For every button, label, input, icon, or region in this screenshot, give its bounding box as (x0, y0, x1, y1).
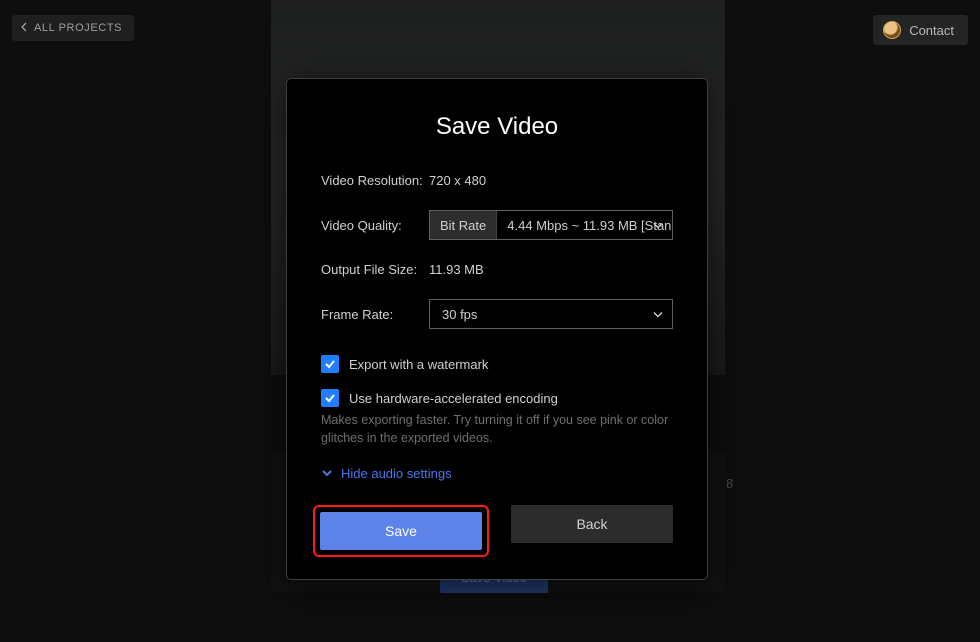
chevron-down-icon (321, 468, 333, 478)
hide-audio-settings-toggle[interactable]: Hide audio settings (321, 466, 452, 481)
resolution-label: Video Resolution: (321, 173, 429, 188)
hw-accel-row: Use hardware-accelerated encoding (321, 389, 673, 407)
save-button-highlight: Save (313, 505, 489, 557)
all-projects-label: ALL PROJECTS (34, 22, 122, 34)
chevron-down-icon (652, 218, 664, 233)
back-button[interactable]: Back (511, 505, 673, 543)
video-quality-select[interactable]: Bit Rate 4.44 Mbps ~ 11.93 MB [Standard] (429, 210, 673, 240)
video-quality-row: Video Quality: Bit Rate 4.44 Mbps ~ 11.9… (321, 210, 673, 240)
watermark-checkbox[interactable] (321, 355, 339, 373)
bit-rate-chip: Bit Rate (430, 211, 497, 239)
output-size-row: Output File Size: 11.93 MB (321, 262, 673, 277)
hw-accel-checkbox[interactable] (321, 389, 339, 407)
chevron-down-icon (652, 307, 664, 322)
frame-rate-row: Frame Rate: 30 fps (321, 299, 673, 329)
top-bar: ALL PROJECTS Contact (0, 0, 980, 56)
modal-title: Save Video (321, 113, 673, 141)
contact-button[interactable]: Contact (873, 15, 968, 45)
background-number: 8 (726, 476, 733, 491)
video-quality-label: Video Quality: (321, 218, 429, 233)
hw-accel-label: Use hardware-accelerated encoding (349, 391, 558, 406)
watermark-row: Export with a watermark (321, 355, 673, 373)
output-size-value: 11.93 MB (429, 262, 484, 277)
modal-button-row: Save Back (321, 505, 673, 551)
chevron-left-icon (20, 22, 28, 34)
frame-rate-label: Frame Rate: (321, 307, 429, 322)
all-projects-button[interactable]: ALL PROJECTS (12, 15, 134, 41)
contact-label: Contact (909, 23, 954, 38)
hw-accel-hint: Makes exporting faster. Try turning it o… (321, 411, 673, 447)
contact-avatar-icon (883, 21, 901, 39)
output-size-label: Output File Size: (321, 262, 429, 277)
save-button[interactable]: Save (320, 512, 482, 550)
save-video-modal: Save Video Video Resolution: 720 x 480 V… (286, 78, 708, 580)
resolution-row: Video Resolution: 720 x 480 (321, 173, 673, 188)
resolution-value: 720 x 480 (429, 173, 486, 188)
hide-audio-label: Hide audio settings (341, 466, 452, 481)
frame-rate-value: 30 fps (430, 307, 672, 322)
frame-rate-select[interactable]: 30 fps (429, 299, 673, 329)
watermark-label: Export with a watermark (349, 357, 488, 372)
video-quality-value: 4.44 Mbps ~ 11.93 MB [Standard] (497, 218, 672, 233)
